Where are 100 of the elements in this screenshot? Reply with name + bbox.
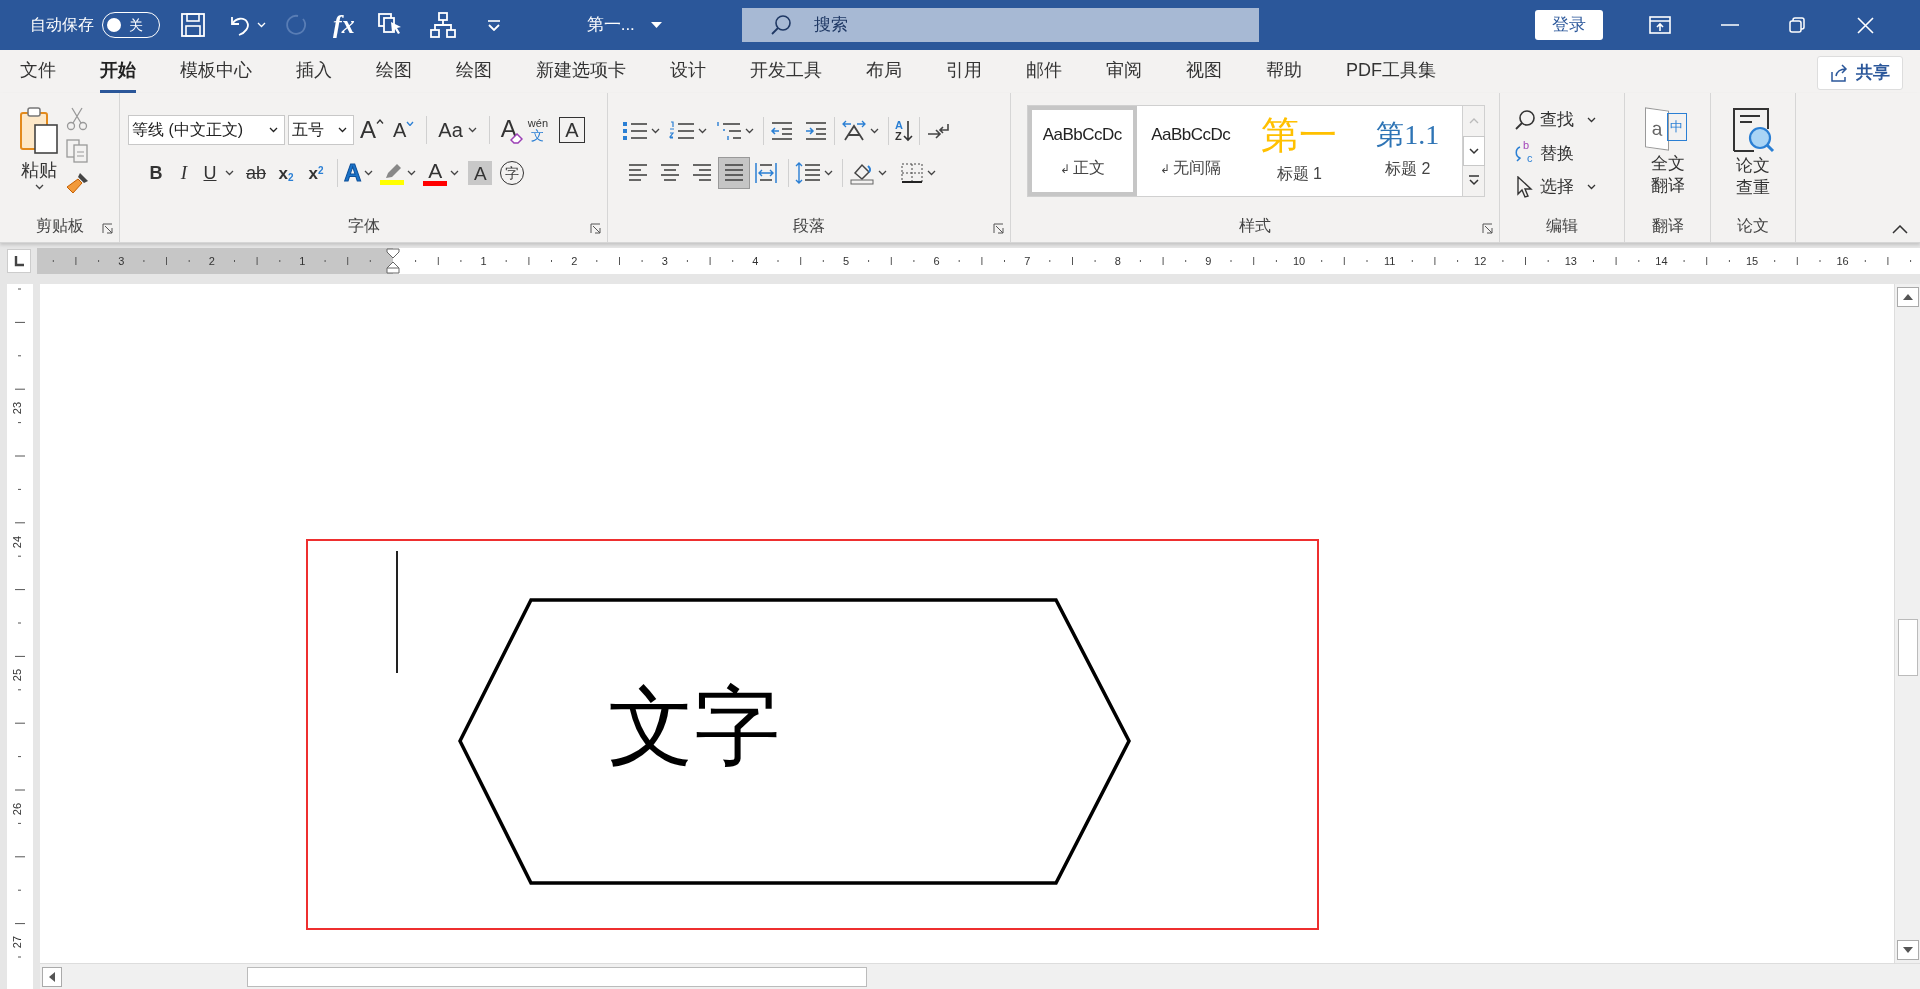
- italic-button[interactable]: I: [170, 159, 198, 188]
- ribbon-tab[interactable]: 开发工具: [750, 55, 822, 93]
- shading-icon[interactable]: [849, 161, 875, 185]
- ribbon-tab[interactable]: 设计: [670, 55, 706, 93]
- vertical-scrollbar[interactable]: [1894, 284, 1920, 963]
- caret-icon[interactable]: [824, 170, 833, 176]
- ribbon-tab[interactable]: 模板中心: [180, 55, 252, 93]
- collapse-ribbon-icon[interactable]: [1892, 225, 1908, 234]
- ribbon-tab[interactable]: 视图: [1186, 55, 1222, 93]
- hierarchy-icon[interactable]: [428, 11, 457, 39]
- font-size-dropdown[interactable]: 五号: [288, 115, 354, 145]
- style-option[interactable]: 第1.1 标题 2: [1353, 106, 1462, 196]
- close-icon[interactable]: [1856, 16, 1874, 34]
- paste-button[interactable]: 粘贴: [18, 105, 60, 195]
- scroll-down-icon[interactable]: [1897, 940, 1919, 960]
- justify-button[interactable]: [718, 157, 750, 189]
- text-effects-button[interactable]: A: [344, 161, 362, 186]
- caret-icon[interactable]: [745, 128, 754, 134]
- scroll-thumb[interactable]: [247, 967, 867, 987]
- restore-icon[interactable]: [1788, 17, 1805, 33]
- caret-icon[interactable]: [870, 128, 879, 134]
- caret-icon[interactable]: [1587, 116, 1596, 123]
- scroll-down-icon[interactable]: [1463, 136, 1485, 166]
- caret-icon[interactable]: [407, 170, 417, 177]
- tab-stop-icon[interactable]: [13, 255, 25, 267]
- ribbon-tab[interactable]: PDF工具集: [1346, 55, 1436, 93]
- dialog-launcher-icon[interactable]: [590, 223, 601, 234]
- ribbon-tab[interactable]: 绘图: [376, 55, 412, 93]
- ribbon-tab[interactable]: 邮件: [1026, 55, 1062, 93]
- sort-button[interactable]: A Z: [895, 120, 913, 142]
- cut-icon[interactable]: [66, 107, 88, 131]
- bold-button[interactable]: B: [142, 159, 170, 187]
- text-direction-icon[interactable]: [841, 120, 867, 142]
- numbering-icon[interactable]: [669, 120, 695, 142]
- find-button[interactable]: 查找: [1514, 107, 1624, 133]
- font-name-dropdown[interactable]: 等线 (中文正文): [128, 115, 285, 145]
- share-button[interactable]: 共享: [1817, 56, 1903, 90]
- change-case-button[interactable]: Aa: [436, 120, 465, 140]
- caret-icon[interactable]: [878, 170, 887, 176]
- bullets-icon[interactable]: [622, 120, 648, 142]
- increase-indent-icon[interactable]: [804, 120, 828, 142]
- phonetic-guide-button[interactable]: wén 文: [527, 118, 549, 142]
- ribbon-tab[interactable]: 新建选项卡: [536, 55, 626, 93]
- customize-icon[interactable]: [486, 19, 501, 31]
- caret-icon[interactable]: [225, 170, 234, 177]
- grow-font-button[interactable]: A: [357, 118, 387, 142]
- line-spacing-icon[interactable]: [795, 162, 821, 184]
- decrease-indent-icon[interactable]: [770, 120, 794, 142]
- scroll-left-icon[interactable]: [42, 967, 62, 987]
- select-button[interactable]: 选择: [1514, 174, 1624, 200]
- ribbon-tab[interactable]: 审阅: [1106, 55, 1142, 93]
- ribbon-tab[interactable]: 文件: [20, 55, 56, 93]
- caret-icon[interactable]: [1587, 183, 1596, 190]
- ribbon-tab[interactable]: 帮助: [1266, 55, 1302, 93]
- ribbon-tab[interactable]: 绘图: [456, 55, 492, 93]
- document-title[interactable]: 第一...: [586, 12, 662, 38]
- scroll-up-icon[interactable]: [1897, 287, 1919, 307]
- caret-icon[interactable]: [467, 127, 477, 133]
- translate-button[interactable]: a 中 全文 翻译: [1644, 107, 1691, 197]
- multilevel-list-icon[interactable]: [716, 120, 742, 142]
- clear-formatting-button[interactable]: A: [500, 116, 517, 141]
- formula-button[interactable]: fx: [333, 12, 355, 38]
- character-border-button[interactable]: A: [559, 117, 586, 143]
- ribbon-tab[interactable]: 引用: [946, 55, 982, 93]
- borders-icon[interactable]: [900, 162, 924, 184]
- dialog-launcher-icon[interactable]: [1482, 223, 1493, 234]
- caret-icon[interactable]: [698, 128, 707, 134]
- style-option[interactable]: AaBbCcDc ↲ 正文: [1028, 106, 1137, 196]
- caret-icon[interactable]: [927, 170, 936, 176]
- dialog-launcher-icon[interactable]: [993, 223, 1004, 234]
- character-shading-button[interactable]: A: [468, 161, 493, 186]
- strikethrough-button[interactable]: ab: [241, 159, 271, 187]
- superscript-button[interactable]: x$^{2}$: [301, 160, 331, 186]
- ribbon-tab[interactable]: 插入: [296, 55, 332, 93]
- caret-icon[interactable]: [651, 128, 660, 134]
- indent-marker-icon[interactable]: [385, 248, 401, 274]
- ribbon-tab[interactable]: 布局: [866, 55, 902, 93]
- search-field[interactable]: 搜索: [741, 8, 1259, 42]
- horizontal-scrollbar[interactable]: [40, 963, 1920, 989]
- minimize-icon[interactable]: [1720, 24, 1739, 26]
- thesis-check-button[interactable]: 论文 查重: [1731, 107, 1775, 199]
- dialog-launcher-icon[interactable]: [102, 223, 113, 234]
- style-option[interactable]: 第一 标题 1: [1245, 106, 1354, 196]
- caret-icon[interactable]: [269, 127, 278, 133]
- underline-button[interactable]: U: [198, 159, 222, 187]
- caret-icon[interactable]: [450, 170, 460, 177]
- save-icon[interactable]: [180, 12, 206, 38]
- replace-button[interactable]: b c 替换: [1514, 140, 1624, 166]
- subscript-button[interactable]: x$_{2}$: [271, 160, 301, 186]
- caret-icon[interactable]: [338, 127, 347, 133]
- search-input[interactable]: 搜索: [813, 12, 1114, 38]
- scroll-thumb[interactable]: [1898, 619, 1918, 676]
- sign-in-button[interactable]: 登录: [1534, 10, 1603, 40]
- ribbon-display-icon[interactable]: [1648, 16, 1671, 34]
- caret-icon[interactable]: [364, 170, 374, 177]
- style-option[interactable]: AaBbCcDc ↲ 无间隔: [1136, 106, 1245, 196]
- caret-icon[interactable]: [34, 184, 44, 190]
- shrink-font-button[interactable]: A: [390, 120, 418, 140]
- font-color-button[interactable]: A: [423, 160, 448, 187]
- format-painter-icon[interactable]: [66, 171, 90, 195]
